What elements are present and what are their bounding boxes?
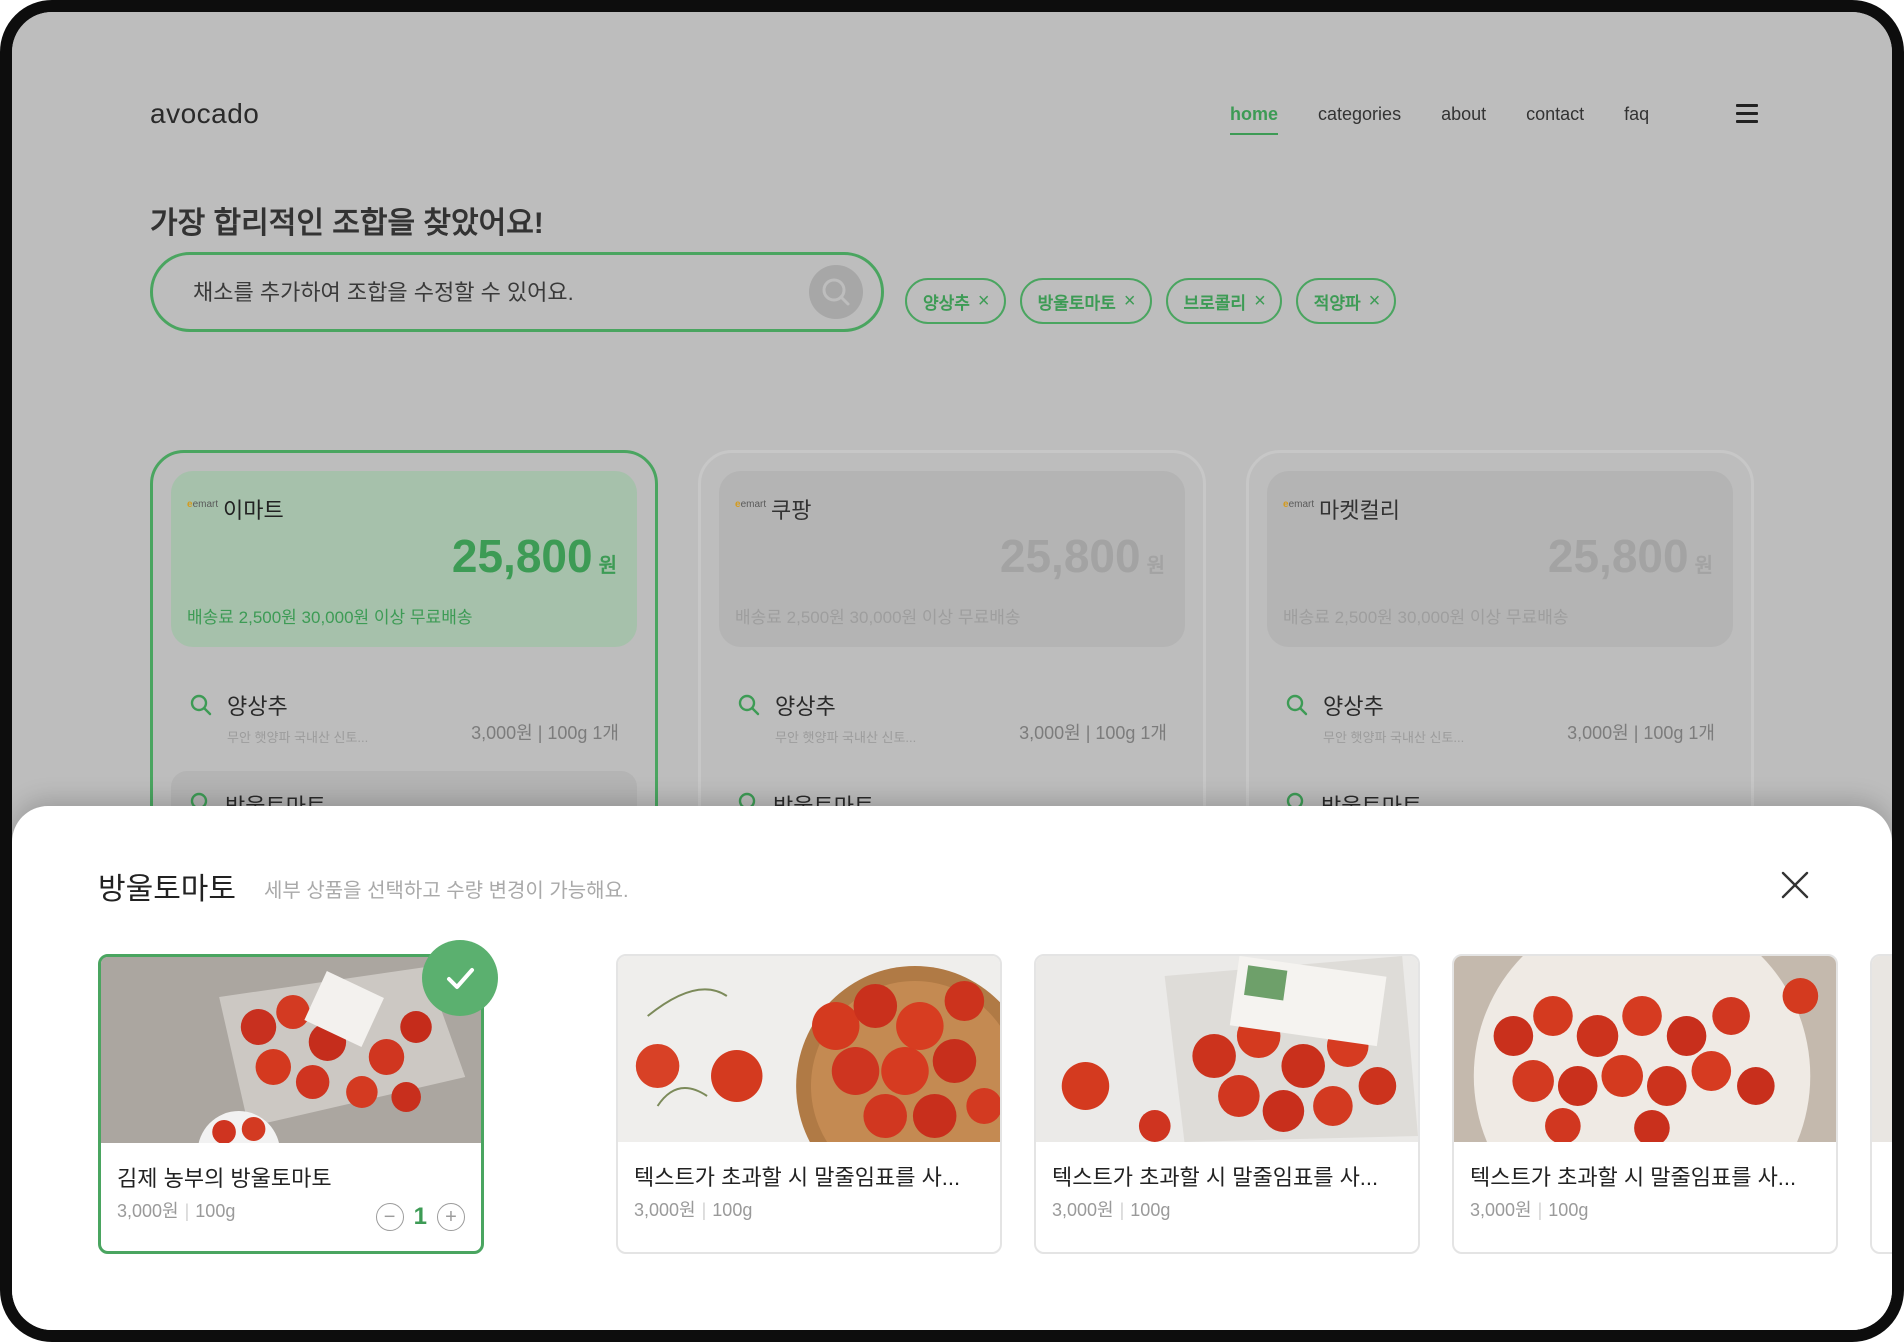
main-nav: home categories about contact faq	[1230, 104, 1649, 135]
remove-chip-icon[interactable]: ×	[1124, 290, 1136, 313]
increase-button[interactable]: +	[437, 1203, 465, 1231]
selected-vegetable-chips: 양상추 × 방울토마토 × 브로콜리 × 적양파 ×	[905, 278, 1397, 324]
search-input[interactable]	[193, 277, 753, 309]
store-logo: eemart	[1283, 499, 1315, 510]
cart-item: 양상추 무안 햇양파 국내산 신토... 3,000원 | 100g 1개	[189, 685, 619, 745]
search-icon	[822, 278, 850, 306]
item-name: 양상추	[1323, 694, 1384, 719]
store-summary: eemart 마켓컬리 25,800 원 배송료 2,500원 30,000원 이…	[1267, 471, 1733, 647]
product-card[interactable]: 텍스트가 초과할 시 말줄임표를 사... 3,000원 | 100g	[1034, 954, 1420, 1254]
store-card-kurly[interactable]: eemart 마켓컬리 25,800 원 배송료 2,500원 30,000원 이…	[1246, 450, 1754, 850]
product-image	[618, 956, 1000, 1142]
chip-label: 양상추	[923, 293, 970, 313]
search-icon[interactable]	[737, 693, 761, 717]
sheet-title: 방울토마토	[98, 873, 236, 906]
chip-label: 적양파	[1313, 293, 1361, 313]
store-logo: eemart	[187, 499, 219, 510]
nav-contact[interactable]: contact	[1526, 104, 1584, 125]
store-summary: eemart 이마트 25,800 원 배송료 2,500원 30,000원 이상…	[171, 471, 637, 647]
shipping-info: 배송료 2,500원 30,000원 이상 무료배송	[1283, 608, 1569, 627]
product-image	[1872, 956, 1892, 1142]
selected-check-icon	[422, 940, 498, 1016]
total-price: 25,800 원	[999, 530, 1165, 582]
store-logo: eemart	[735, 499, 767, 510]
product-name: 김제 농부의 방울토마토	[117, 1166, 332, 1191]
store-card-coupang[interactable]: eemart 쿠팡 25,800 원 배송료 2,500원 30,000원 이상 …	[698, 450, 1206, 850]
item-name: 양상추	[775, 694, 836, 719]
product-options-sheet: 방울토마토 세부 상품을 선택하고 수량 변경이 가능해요. 김제 농부의 방울…	[12, 806, 1892, 1330]
chip-label: 브로콜리	[1183, 293, 1247, 313]
quantity-stepper: − 1 +	[375, 1203, 465, 1231]
product-card[interactable]: 텍스트가 초과할 시 말줄임표를 사... 3,000원 | 100g	[1452, 954, 1838, 1254]
remove-chip-icon[interactable]: ×	[978, 290, 990, 313]
search-icon[interactable]	[1285, 693, 1309, 717]
chip-lettuce[interactable]: 양상추 ×	[905, 278, 1006, 324]
item-description: 무안 햇양파 국내산 신토...	[227, 730, 369, 745]
search-icon[interactable]	[189, 693, 213, 717]
product-meta: 3,000원 | 100g	[1470, 1200, 1589, 1220]
product-meta: 3,000원 | 100g	[117, 1201, 236, 1221]
chip-broccoli[interactable]: 브로콜리 ×	[1165, 278, 1282, 324]
remove-chip-icon[interactable]: ×	[1254, 290, 1266, 313]
nav-faq[interactable]: faq	[1624, 104, 1649, 125]
decrease-button[interactable]: −	[375, 1203, 404, 1231]
hamburger-menu-icon[interactable]	[1736, 104, 1758, 124]
chip-cherry-tomato[interactable]: 방울토마토 ×	[1019, 278, 1152, 324]
nav-about[interactable]: about	[1441, 104, 1486, 125]
store-card-emart[interactable]: eemart 이마트 25,800 원 배송료 2,500원 30,000원 이상…	[150, 450, 658, 851]
page-background: avocado home categories about contact fa…	[12, 12, 1892, 1330]
product-image	[1454, 956, 1836, 1142]
logo[interactable]: avocado	[150, 98, 259, 130]
shipping-info: 배송료 2,500원 30,000원 이상 무료배송	[735, 608, 1021, 627]
product-meta: 3,000원 | 100g	[634, 1200, 753, 1220]
close-icon[interactable]	[1778, 868, 1812, 902]
page-title: 가장 합리적인 조합을 찾았어요!	[150, 207, 544, 240]
store-name: 마켓컬리	[1319, 498, 1400, 523]
device-frame: avocado home categories about contact fa…	[0, 0, 1904, 1342]
search-button[interactable]	[809, 265, 863, 319]
cart-item: 양상추 무안 햇양파 국내산 신토... 3,000원 | 100g 1개	[737, 685, 1167, 745]
item-description: 무안 햇양파 국내산 신토...	[1323, 730, 1465, 745]
store-summary: eemart 쿠팡 25,800 원 배송료 2,500원 30,000원 이상 …	[719, 471, 1185, 647]
nav-home[interactable]: home	[1230, 104, 1279, 135]
quantity-value: 1	[413, 1203, 427, 1230]
store-name: 이마트	[223, 498, 284, 523]
product-image	[1036, 956, 1418, 1142]
remove-chip-icon[interactable]: ×	[1369, 290, 1381, 313]
shipping-info: 배송료 2,500원 30,000원 이상 무료배송	[187, 608, 473, 627]
sheet-subtitle: 세부 상품을 선택하고 수량 변경이 가능해요.	[264, 880, 629, 902]
product-card-partial[interactable]	[1870, 954, 1892, 1254]
chip-red-onion[interactable]: 적양파 ×	[1295, 278, 1397, 324]
product-meta: 3,000원 | 100g	[1052, 1200, 1171, 1220]
item-price: 3,000원 | 100g 1개	[1567, 723, 1715, 743]
search-box	[150, 252, 884, 332]
total-price: 25,800 원	[451, 530, 617, 582]
nav-categories[interactable]: categories	[1318, 104, 1401, 125]
item-price: 3,000원 | 100g 1개	[471, 723, 619, 743]
item-price: 3,000원 | 100g 1개	[1019, 723, 1167, 743]
item-name: 양상추	[227, 694, 288, 719]
store-name: 쿠팡	[771, 498, 812, 523]
product-card[interactable]: 텍스트가 초과할 시 말줄임표를 사... 3,000원 | 100g	[616, 954, 1002, 1254]
total-price: 25,800 원	[1547, 530, 1713, 582]
product-card[interactable]: 김제 농부의 방울토마토 3,000원 | 100g − 1 +	[98, 954, 484, 1254]
product-name: 텍스트가 초과할 시 말줄임표를 사...	[634, 1165, 961, 1190]
product-name: 텍스트가 초과할 시 말줄임표를 사...	[1470, 1165, 1797, 1190]
item-description: 무안 햇양파 국내산 신토...	[775, 730, 917, 745]
product-name: 텍스트가 초과할 시 말줄임표를 사...	[1052, 1165, 1379, 1190]
chip-label: 방울토마토	[1037, 293, 1116, 313]
cart-item: 양상추 무안 햇양파 국내산 신토... 3,000원 | 100g 1개	[1285, 685, 1715, 745]
